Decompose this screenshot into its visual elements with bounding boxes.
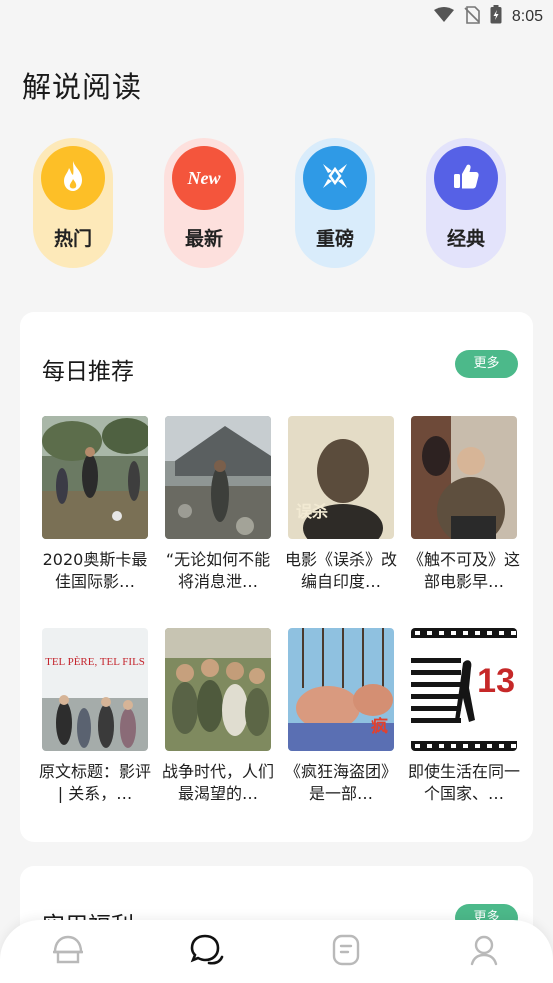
category-blockbuster[interactable]: 重磅 — [295, 138, 375, 268]
list-item[interactable]: 13 即使生活在同一个国家、… — [408, 628, 520, 805]
list-item[interactable]: TEL PÈRE, TEL FILS 原文标题：影评 | 关系，… — [39, 628, 151, 805]
poster-image: 疯 — [288, 628, 394, 751]
poster-image: TEL PÈRE, TEL FILS — [42, 628, 148, 751]
list-item[interactable]: 疯 《疯狂海盗团》是一部… — [285, 628, 397, 805]
new-badge-icon: New — [187, 167, 221, 188]
poster-image: 13 — [411, 628, 517, 751]
category-label: 最新 — [184, 228, 223, 250]
chat-icon — [189, 933, 225, 971]
category-label: 经典 — [446, 228, 485, 250]
status-bar: 8:05 — [0, 0, 553, 34]
nav-docs[interactable] — [326, 934, 366, 970]
list-item[interactable]: 战争时代，人们最渴望的… — [162, 628, 274, 805]
item-caption: 《触不可及》这部电影早… — [407, 550, 520, 591]
page-title: 解说阅读 — [22, 70, 143, 104]
poster-image — [411, 416, 517, 539]
item-caption: 战争时代，人们最渴望的… — [161, 762, 274, 803]
home-icon — [51, 934, 85, 970]
list-item[interactable]: 误杀 电影《误杀》改编自印度… — [285, 416, 397, 593]
category-label: 重磅 — [315, 228, 354, 250]
battery-icon — [490, 5, 502, 28]
list-item[interactable]: “无论如何不能将消息泄… — [165, 416, 271, 593]
poster-title: TEL PÈRE, TEL FILS — [45, 656, 145, 668]
category-hot[interactable]: 热门 — [33, 138, 113, 268]
category-classic[interactable]: 经典 — [426, 138, 506, 268]
clock: 8:05 — [511, 7, 543, 25]
more-button[interactable]: 更多 — [455, 350, 518, 378]
nav-profile[interactable] — [464, 934, 504, 970]
daily-recommend-card: 每日推荐 更多 2020奥斯卡最佳国际影… “无论如何不能将消息泄… 误杀 电影… — [20, 312, 533, 842]
fire-icon — [58, 159, 88, 197]
poster-image — [165, 628, 271, 751]
burst-icon — [319, 160, 351, 196]
item-caption: 2020奥斯卡最佳国际影… — [42, 550, 148, 591]
item-caption: “无论如何不能将消息泄… — [165, 550, 271, 591]
no-sim-icon — [464, 5, 480, 28]
section-title: 每日推荐 — [42, 359, 134, 385]
poster-title: 13 — [477, 662, 515, 700]
item-caption: 即使生活在同一个国家、… — [407, 762, 520, 803]
thumbs-up-icon — [451, 161, 481, 195]
nav-home[interactable] — [48, 934, 88, 970]
item-caption: 原文标题：影评 | 关系，… — [38, 762, 151, 803]
item-caption: 《疯狂海盗团》是一部… — [284, 762, 397, 803]
bottom-nav — [0, 920, 553, 983]
wifi-icon — [433, 6, 454, 27]
category-label: 热门 — [53, 228, 92, 250]
list-item[interactable]: 《触不可及》这部电影早… — [408, 416, 520, 593]
profile-icon — [468, 933, 500, 971]
poster-image — [42, 416, 148, 539]
poster-image — [165, 416, 271, 539]
poster-title: 疯 — [371, 717, 388, 737]
item-caption: 电影《误杀》改编自印度… — [284, 550, 397, 591]
category-new[interactable]: New 最新 — [164, 138, 244, 268]
poster-title: 误杀 — [296, 502, 329, 521]
poster-image: 误杀 — [288, 416, 394, 539]
list-item[interactable]: 2020奥斯卡最佳国际影… — [42, 416, 148, 593]
nav-explain[interactable] — [187, 934, 227, 970]
document-icon — [330, 933, 362, 971]
